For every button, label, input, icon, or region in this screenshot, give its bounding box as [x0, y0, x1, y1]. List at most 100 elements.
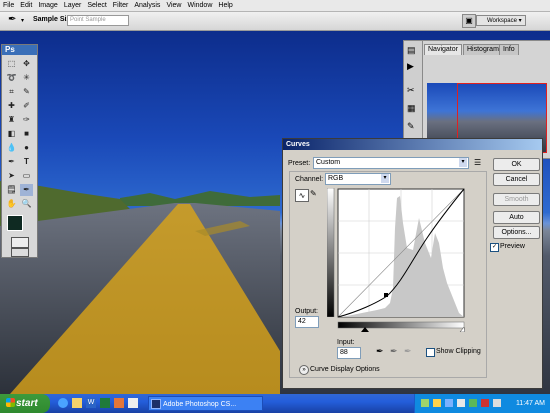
menu-file[interactable]: File [0, 0, 17, 10]
menu-view[interactable]: View [163, 0, 184, 10]
preview-label: Preview [500, 243, 525, 250]
healing-brush-tool-icon[interactable]: ✚ [5, 100, 18, 112]
tab-info[interactable]: Info [499, 44, 519, 55]
path-selection-tool-icon[interactable]: ➤ [5, 170, 18, 182]
tray-icon-6[interactable] [481, 399, 489, 407]
preset-chevron-icon[interactable]: ▾ [459, 158, 467, 167]
notes-tool-icon[interactable]: 🗒 [5, 184, 18, 196]
channel-label: Channel: [295, 176, 324, 183]
blur-tool-icon[interactable]: 💧 [5, 142, 18, 154]
windows-logo-icon [6, 398, 15, 407]
tab-navigator[interactable]: Navigator [424, 44, 462, 55]
tools-panel-title: Ps [2, 45, 37, 55]
foreground-color-swatch[interactable] [7, 215, 23, 231]
show-clipping-checkbox[interactable] [426, 348, 435, 357]
menu-analysis[interactable]: Analysis [131, 0, 163, 10]
eyedropper-tool-icon[interactable]: ✒ [20, 184, 33, 196]
gray-eyedropper-icon[interactable]: ✒ [390, 346, 398, 357]
expand-chevron-icon[interactable]: » [299, 365, 309, 375]
cancel-button[interactable]: Cancel [493, 173, 540, 186]
taskbar-item-photoshop[interactable]: Adobe Photoshop CS... [148, 396, 263, 411]
black-eyedropper-icon[interactable]: ✒ [376, 346, 384, 357]
lasso-tool-icon[interactable]: ➰ [5, 72, 18, 84]
tray-icon-1[interactable] [421, 399, 429, 407]
taskbar-item-label: Adobe Photoshop CS... [163, 401, 237, 408]
auto-button[interactable]: Auto [493, 211, 540, 224]
quick-mask-icon[interactable] [11, 237, 29, 248]
curve-control-point[interactable] [384, 293, 388, 297]
input-label: Input: [337, 339, 355, 346]
curve-point-tool-icon[interactable]: ∿ [295, 189, 309, 202]
channel-chevron-icon[interactable]: ▾ [381, 174, 389, 183]
volume-icon[interactable] [493, 399, 501, 407]
curve-graph[interactable] [337, 188, 465, 332]
tool-preset-chevron-icon[interactable]: ▾ [21, 17, 24, 24]
pencil-draw-tool-icon[interactable]: ✎ [310, 189, 317, 198]
curves-dialog: Curves Preset: Custom ▾ ☰ OK Cancel Smoo… [282, 138, 543, 389]
menu-image[interactable]: Image [35, 0, 60, 10]
dodge-tool-icon[interactable]: ● [20, 142, 33, 154]
output-field[interactable]: 42 [295, 316, 319, 328]
eyedropper-tool-icon[interactable]: ✒ [8, 14, 16, 25]
menu-layer[interactable]: Layer [61, 0, 85, 10]
history-panel-icon[interactable]: ▤ [407, 45, 416, 56]
app2-icon[interactable] [128, 398, 138, 408]
preset-select[interactable]: Custom [313, 157, 469, 169]
layer-comps-icon[interactable]: ▦ [407, 103, 416, 114]
screen-mode-icon[interactable] [11, 248, 29, 257]
clock[interactable]: 11:47 AM [516, 394, 545, 413]
brush-tool-icon[interactable]: ✐ [20, 100, 33, 112]
menu-select[interactable]: Select [84, 0, 109, 10]
menu-help[interactable]: Help [215, 0, 235, 10]
type-tool-icon[interactable]: T [20, 156, 33, 168]
crop-tool-icon[interactable]: ⌗ [5, 86, 18, 98]
app-icon[interactable] [114, 398, 124, 408]
clone-stamp-tool-icon[interactable]: ♜ [5, 114, 18, 126]
gradient-tool-icon[interactable]: ■ [20, 128, 33, 140]
curve-display-options-label[interactable]: Curve Display Options [310, 365, 380, 374]
preview-checkbox[interactable]: ✓ [490, 243, 499, 252]
hand-tool-icon[interactable]: ✋ [5, 198, 18, 210]
ok-button[interactable]: OK [493, 158, 540, 171]
eraser-tool-icon[interactable]: ◧ [5, 128, 18, 140]
tab-histogram[interactable]: Histogram [463, 44, 503, 55]
shape-tool-icon[interactable]: ▭ [20, 170, 33, 182]
menu-window[interactable]: Window [184, 0, 215, 10]
preset-options-icon[interactable]: ☰ [474, 158, 481, 167]
word-icon[interactable]: W [86, 398, 96, 408]
pen-tool-icon[interactable]: ✒ [5, 156, 18, 168]
tools-panel: Ps ⬚ ✥ ➰ ✳ ⌗ ✎ ✚ ✐ ♜ ✑ ◧ ■ 💧 ● ✒ T ➤ ▭ 🗒… [1, 44, 38, 258]
tray-icon-3[interactable] [445, 399, 453, 407]
palette-well-icon[interactable]: ▣ [462, 14, 476, 28]
actions-panel-icon[interactable]: ▶ [407, 61, 414, 72]
zoom-tool-icon[interactable]: 🔍 [20, 198, 33, 210]
sample-size-select[interactable]: Point Sample [67, 15, 129, 26]
menu-filter[interactable]: Filter [110, 0, 132, 10]
slice-tool-icon[interactable]: ✎ [20, 86, 33, 98]
start-label: start [16, 398, 38, 409]
folder-icon[interactable] [72, 398, 82, 408]
tray-icon-5[interactable] [469, 399, 477, 407]
excel-icon[interactable] [100, 398, 110, 408]
workspace-label: Workspace [487, 18, 517, 24]
white-eyedropper-icon[interactable]: ✒ [404, 346, 412, 357]
tray-icon-4[interactable] [457, 399, 465, 407]
tray-icon-2[interactable] [433, 399, 441, 407]
workspace-button[interactable]: Workspace ▾ [476, 15, 526, 26]
options-button[interactable]: Options... [493, 226, 540, 239]
magic-wand-tool-icon[interactable]: ✳ [20, 72, 33, 84]
history-brush-tool-icon[interactable]: ✑ [20, 114, 33, 126]
marquee-tool-icon[interactable]: ⬚ [5, 58, 18, 70]
dialog-title: Curves [283, 139, 542, 150]
ie-icon[interactable] [58, 398, 68, 408]
smooth-button[interactable]: Smooth [493, 193, 540, 206]
tool-presets-icon[interactable]: ✂ [407, 85, 415, 96]
brushes-panel-icon[interactable]: ✎ [407, 121, 415, 132]
input-gradient-bar [337, 321, 465, 329]
input-field[interactable]: 88 [337, 347, 361, 359]
panel-dock: ▤ ▶ ✂ ▦ ✎ [403, 40, 423, 142]
move-tool-icon[interactable]: ✥ [20, 58, 33, 70]
options-bar: ✒ ▾ Sample Size: Point Sample ▣ Workspac… [0, 12, 550, 31]
menu-edit[interactable]: Edit [17, 0, 35, 10]
menu-bar: File Edit Image Layer Select Filter Analysis Vi… [0, 0, 550, 12]
